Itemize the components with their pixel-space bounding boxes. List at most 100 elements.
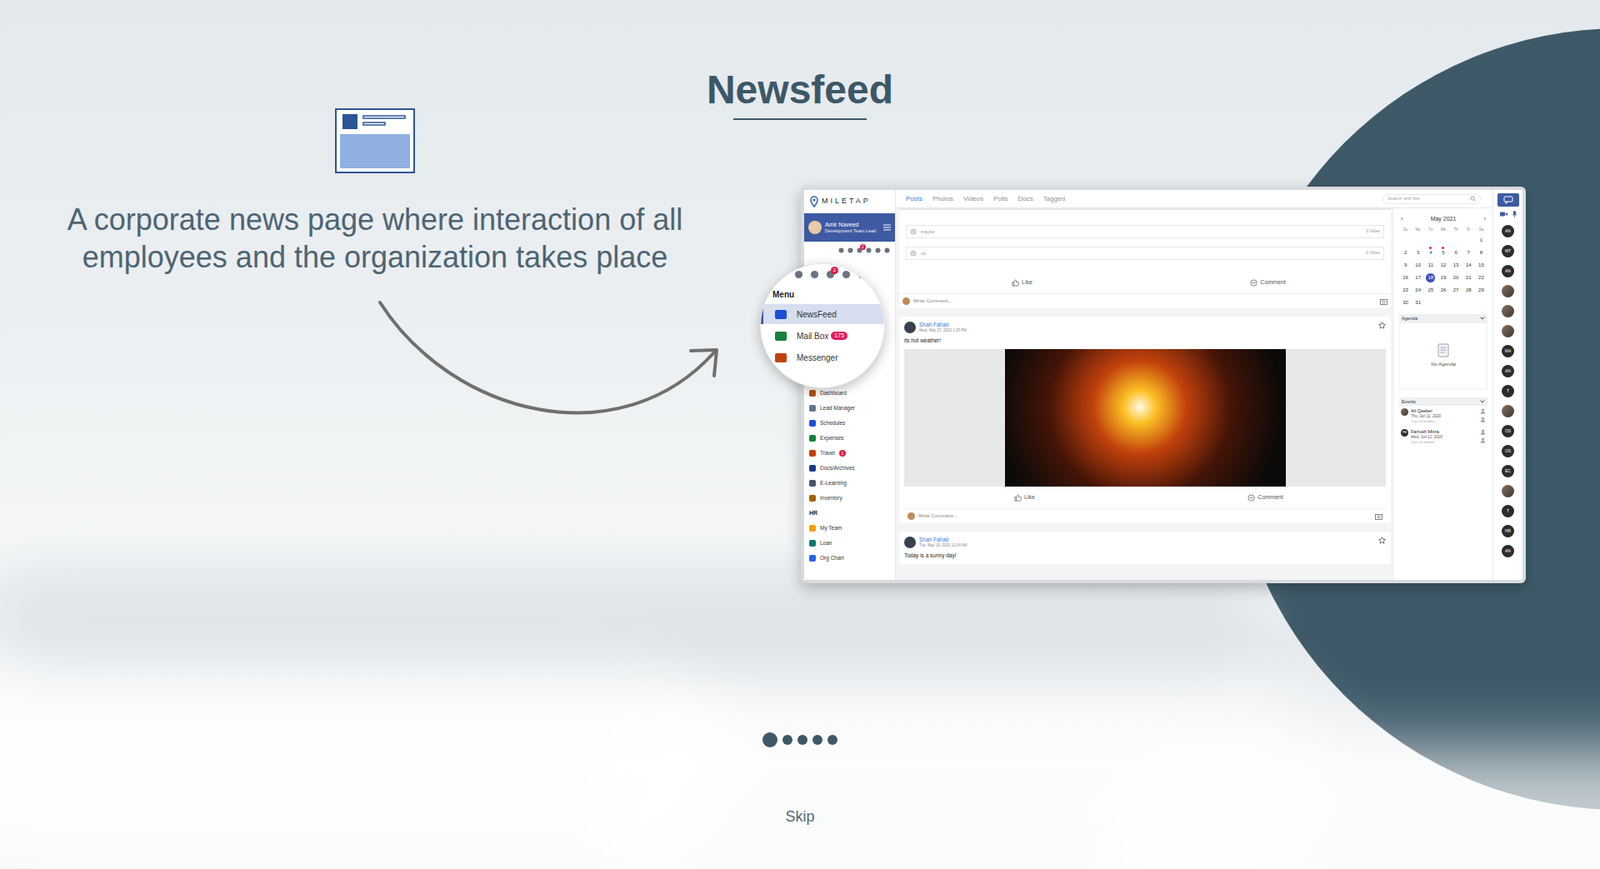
- calendar-day[interactable]: 11: [1424, 260, 1437, 270]
- chat-button[interactable]: [1497, 193, 1520, 207]
- sidebar-item[interactable]: Travel1: [804, 445, 895, 461]
- calendar-day[interactable]: 20: [1450, 272, 1463, 283]
- contact-avatar[interactable]: MT: [1501, 245, 1515, 258]
- contact-avatar[interactable]: OS: [1501, 425, 1515, 438]
- post-author[interactable]: Shah Fahad: [919, 536, 968, 544]
- calendar-day[interactable]: 25: [1424, 285, 1437, 295]
- notification-icon: [875, 247, 881, 254]
- menu-item[interactable]: NewsFeed: [760, 304, 885, 325]
- day-number: 22: [1478, 274, 1485, 282]
- contact-avatar[interactable]: OS: [1501, 445, 1515, 458]
- calendar-day[interactable]: 13: [1450, 260, 1463, 270]
- calendar-day[interactable]: 28: [1462, 285, 1475, 295]
- contact-avatar[interactable]: AN: [1501, 225, 1515, 238]
- comment-button[interactable]: Comment: [1145, 278, 1391, 288]
- menu-item[interactable]: Mail Box175: [760, 325, 885, 346]
- contact-avatar[interactable]: [1501, 325, 1515, 338]
- calendar-day[interactable]: 17: [1411, 272, 1425, 283]
- feed-tab[interactable]: Videos: [963, 194, 984, 205]
- sidebar-item[interactable]: Inventory: [804, 490, 895, 506]
- feed-tab[interactable]: Docs: [1018, 194, 1034, 205]
- feed-tab[interactable]: Photos: [932, 194, 954, 205]
- contact-avatar[interactable]: AN: [1501, 265, 1515, 278]
- contact-avatar[interactable]: T: [1501, 385, 1515, 398]
- calendar-day[interactable]: 27: [1450, 285, 1463, 295]
- pager-dot[interactable]: [762, 732, 778, 748]
- calendar-day[interactable]: 31: [1411, 297, 1425, 308]
- feed-tab[interactable]: Posts: [905, 194, 923, 205]
- prev-month[interactable]: ‹: [1399, 215, 1405, 225]
- sidebar-item[interactable]: Expenses: [804, 430, 895, 446]
- calendar-day[interactable]: 2: [1399, 247, 1412, 258]
- event-item[interactable]: FMFarrukh MirzaWed, Jun 12, 20191 yrs 12…: [1399, 426, 1488, 448]
- menu-item[interactable]: Messenger: [760, 347, 885, 368]
- sidebar-section: HR: [804, 505, 895, 521]
- post-author[interactable]: Shah Fahad: [919, 321, 967, 329]
- poll-option[interactable]: maybe0 Votes: [905, 225, 1385, 239]
- like-button[interactable]: Like: [899, 278, 1145, 288]
- comment-button[interactable]: Comment: [1145, 493, 1386, 503]
- contact-avatar[interactable]: HR: [1501, 525, 1515, 538]
- calendar-day[interactable]: 16: [1399, 272, 1412, 283]
- comment-field[interactable]: Write Comment...: [899, 293, 1391, 309]
- calendar-day[interactable]: 9: [1399, 260, 1412, 270]
- calendar-day[interactable]: 12: [1436, 260, 1450, 270]
- calendar-day[interactable]: 15: [1475, 260, 1488, 270]
- logo[interactable]: MILETAP: [804, 190, 895, 214]
- skip-button[interactable]: Skip: [780, 805, 820, 828]
- calendar-day[interactable]: 7: [1462, 247, 1475, 258]
- calendar-day[interactable]: 23: [1399, 285, 1412, 295]
- contact-avatar[interactable]: T: [1501, 505, 1515, 518]
- calendar-day[interactable]: 30: [1399, 297, 1412, 308]
- calendar-day[interactable]: 29: [1475, 285, 1488, 295]
- contact-avatar[interactable]: AN: [1501, 545, 1515, 558]
- agenda-header[interactable]: Agenda: [1399, 314, 1488, 323]
- calendar-day[interactable]: 22: [1475, 272, 1488, 283]
- calendar-day[interactable]: 19: [1436, 272, 1450, 283]
- calendar-day[interactable]: 5: [1436, 247, 1450, 258]
- calendar-day[interactable]: 26: [1436, 285, 1450, 295]
- calendar-day[interactable]: 3: [1411, 247, 1425, 258]
- sidebar-item[interactable]: Org Chart: [804, 550, 895, 566]
- sidebar-item[interactable]: Loan: [804, 535, 895, 551]
- sidebar-item[interactable]: Docs/Archives: [804, 460, 895, 476]
- feed-tab[interactable]: Tagged: [1043, 194, 1065, 205]
- feed-tab[interactable]: Polls: [993, 194, 1008, 205]
- event-item[interactable]: Ali QeeberThu, Jun 11, 20201 yrs 10 mont…: [1399, 405, 1488, 427]
- sidebar-item[interactable]: My Team: [804, 520, 895, 536]
- pager-dot[interactable]: [782, 735, 793, 745]
- contact-avatar[interactable]: [1501, 305, 1515, 318]
- day-number: 21: [1465, 274, 1472, 282]
- next-month[interactable]: ›: [1482, 215, 1488, 225]
- events-header[interactable]: Events: [1399, 397, 1488, 406]
- pager-dot[interactable]: [812, 735, 823, 745]
- sidebar-item[interactable]: E-Learning: [804, 475, 895, 491]
- calendar-day[interactable]: 24: [1411, 285, 1425, 295]
- contact-avatar[interactable]: MA: [1501, 345, 1515, 358]
- calendar-day[interactable]: 1: [1475, 235, 1488, 245]
- comment-field[interactable]: Write Comment...: [904, 508, 1386, 524]
- calendar-day[interactable]: 21: [1462, 272, 1475, 283]
- poll-option[interactable]: no0 Votes: [905, 246, 1385, 260]
- calendar-day[interactable]: 18: [1424, 272, 1437, 283]
- calendar-day[interactable]: 6: [1450, 247, 1463, 258]
- contact-avatar[interactable]: [1501, 405, 1515, 418]
- post-image[interactable]: [904, 349, 1386, 487]
- calendar-day[interactable]: 14: [1462, 260, 1475, 270]
- pager-dot[interactable]: [827, 735, 838, 745]
- sidebar-item[interactable]: Schedules: [804, 415, 895, 431]
- like-button[interactable]: Like: [904, 493, 1145, 503]
- calendar-day[interactable]: 4: [1424, 247, 1437, 258]
- contact-avatar[interactable]: [1501, 285, 1515, 298]
- contact-avatar[interactable]: AN: [1501, 365, 1515, 378]
- contact-avatar[interactable]: EC: [1501, 465, 1515, 478]
- calendar-day[interactable]: 10: [1411, 260, 1425, 270]
- contact-avatar[interactable]: [1501, 485, 1515, 498]
- pager-dot[interactable]: [797, 735, 808, 745]
- search-input[interactable]: [1387, 195, 1470, 202]
- sidebar-label: Org Chart: [820, 554, 845, 563]
- notification-icon: [884, 247, 890, 254]
- calendar-day[interactable]: 8: [1475, 247, 1488, 258]
- sidebar-item[interactable]: Lead Manager: [804, 400, 895, 416]
- user-card[interactable]: Amir NaveedDevelopment Team Lead: [804, 213, 895, 242]
